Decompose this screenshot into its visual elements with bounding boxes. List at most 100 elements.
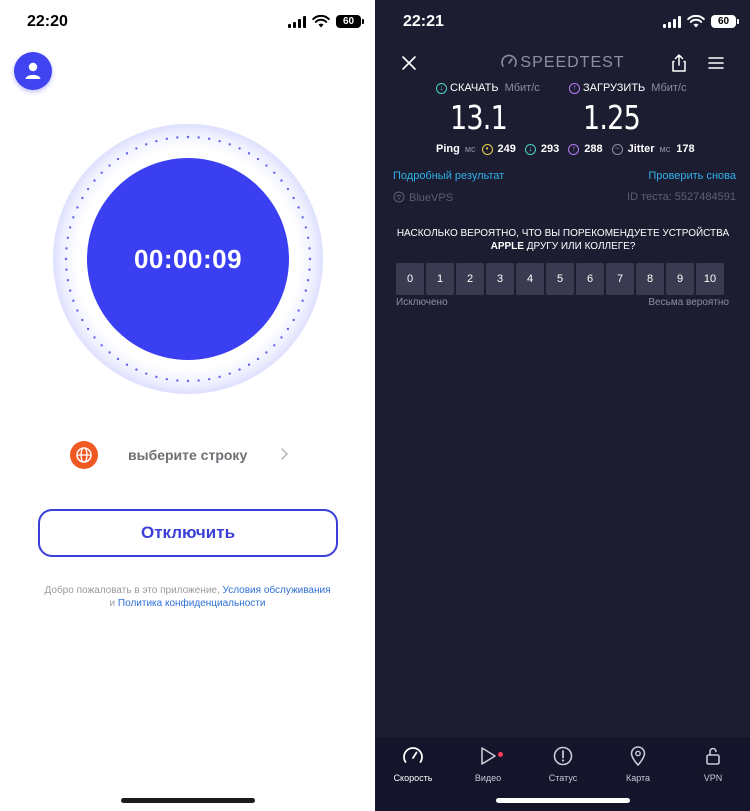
dial-dot [292, 196, 295, 200]
share-button[interactable] [668, 52, 690, 74]
nps-option-1[interactable]: 1 [426, 263, 454, 295]
dial-dot [238, 368, 241, 371]
status-bar: 22:21 60 [376, 0, 750, 44]
profile-button[interactable] [14, 52, 52, 90]
dial-dot [238, 147, 241, 150]
speedtest-logo: SPEEDTEST [376, 54, 750, 72]
dial-dot [165, 377, 169, 381]
dial-dot [176, 379, 179, 382]
connection-timer: 00:00:09 [133, 243, 243, 274]
dial-dot [76, 206, 79, 209]
dial-dot [116, 157, 120, 161]
download-arrow-icon: ↓ [436, 82, 447, 94]
dial-dot [108, 351, 111, 354]
dial-dot [308, 247, 311, 250]
nps-option-3[interactable]: 3 [486, 263, 514, 295]
dial-dot [308, 268, 311, 271]
nps-option-8[interactable]: 8 [636, 263, 664, 295]
alert-icon [553, 746, 573, 766]
connect-core[interactable]: 00:00:09 [87, 158, 289, 360]
dial-dot [86, 187, 90, 191]
cellular-signal-icon [663, 15, 681, 28]
speedometer-icon [403, 747, 423, 763]
dial-dot [145, 372, 148, 375]
user-icon [25, 62, 41, 79]
lock-icon [706, 747, 720, 765]
terms-of-service-link[interactable]: Условия обслуживания [223, 585, 331, 596]
dial-dot [286, 187, 290, 191]
home-indicator[interactable] [121, 798, 255, 803]
dial-dot [273, 171, 276, 174]
dial-dot [186, 135, 190, 139]
home-indicator[interactable] [496, 798, 630, 803]
nps-option-6[interactable]: 6 [576, 263, 604, 295]
wifi-icon [687, 15, 705, 28]
gauge-logo-icon [501, 54, 518, 67]
dial-dot [155, 139, 158, 143]
dial-dot [306, 278, 310, 282]
retest-link[interactable]: Проверить снова [648, 170, 736, 182]
ping-idle: 249 [497, 143, 516, 155]
server-selector[interactable]: выберите строку [70, 440, 300, 470]
dial-dot [64, 257, 68, 261]
status-time: 22:21 [403, 13, 444, 30]
dial-dot [100, 171, 103, 174]
menu-button[interactable] [705, 52, 727, 74]
nps-option-4[interactable]: 4 [516, 263, 544, 295]
globe-icon [70, 441, 98, 469]
dial-dot [66, 236, 70, 240]
tab-map[interactable]: Карта [603, 745, 673, 783]
scale-min-label: Исключено [396, 297, 448, 308]
vpn-app-screen: 22:20 60 00:00:09 выберите строку Отключ… [0, 0, 375, 811]
connection-dial[interactable]: 00:00:09 [53, 124, 323, 394]
cellular-signal-icon [288, 15, 306, 28]
ping-download: 293 [540, 143, 560, 155]
dial-dot [304, 289, 308, 292]
tab-vpn[interactable]: VPN [678, 745, 748, 783]
nps-option-5[interactable]: 5 [546, 263, 574, 295]
scale-max-label: Весьма вероятно [648, 297, 729, 308]
nps-option-2[interactable]: 2 [456, 263, 484, 295]
dial-dot [280, 336, 283, 339]
dial-dot [125, 152, 129, 155]
speedtest-screen: 22:21 60 SPEEDTEST ↓ СКАЧАТЬ Мбит/с 13.1… [376, 0, 750, 811]
dial-dot [72, 299, 75, 302]
upload-latency-icon: ↑ [568, 143, 580, 155]
tab-status[interactable]: Статус [528, 745, 598, 783]
server-host: BlueVPS [393, 191, 453, 204]
dial-dot [247, 152, 251, 155]
dial-dot [256, 357, 260, 361]
dial-dot [76, 309, 79, 312]
nps-option-10[interactable]: 10 [696, 263, 724, 295]
battery-indicator: 60 [336, 15, 364, 28]
dial-dot [155, 375, 158, 379]
dial-dot [301, 216, 304, 219]
tab-speed[interactable]: Скорость [378, 745, 448, 783]
nps-option-7[interactable]: 7 [606, 263, 634, 295]
privacy-policy-link[interactable]: Политика конфиденциальности [118, 598, 266, 609]
disconnect-button[interactable]: Отключить [38, 509, 338, 557]
dial-dot [256, 157, 260, 161]
dial-dot [273, 344, 276, 347]
dial-dot [68, 226, 72, 229]
latency-row: Ping мс • 249 ↓ 293 ↑ 288 ~ Jitter мс 17… [436, 143, 695, 155]
dial-dot [176, 136, 179, 139]
nps-scale: 0 1 2 3 4 5 6 7 8 9 10 [396, 263, 724, 295]
nps-option-0[interactable]: 0 [396, 263, 424, 295]
dial-dot [265, 351, 268, 354]
dial-dot [81, 318, 84, 322]
menu-icon [708, 57, 724, 69]
nps-option-9[interactable]: 9 [666, 263, 694, 295]
dial-dot [66, 278, 70, 282]
dial-dot [93, 336, 96, 339]
status-time: 22:20 [27, 13, 68, 30]
dial-dot [186, 379, 190, 383]
new-badge [498, 752, 503, 757]
dial-dot [207, 137, 211, 141]
detailed-result-link[interactable]: Подробный результат [393, 170, 504, 182]
tab-video[interactable]: Видео [453, 745, 523, 783]
dial-dot [297, 206, 300, 209]
dial-dot [165, 137, 169, 141]
dial-dot [301, 299, 304, 302]
dial-dot [93, 179, 96, 182]
